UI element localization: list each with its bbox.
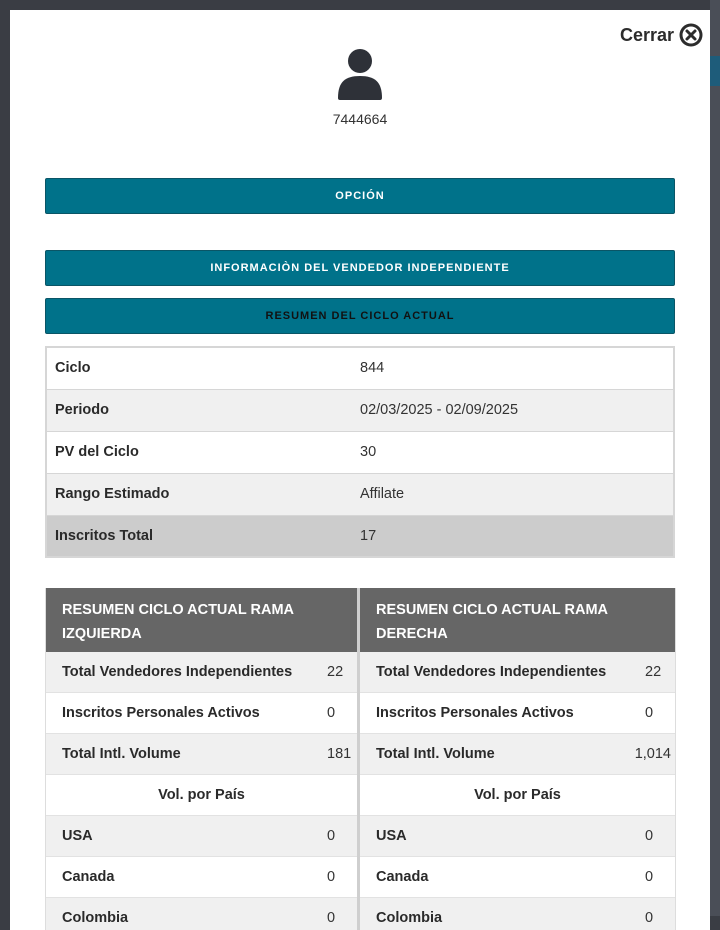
summary-row: Periodo 02/03/2025 - 02/09/2025 bbox=[46, 389, 674, 432]
summary-row: Rango Estimado Affilate bbox=[46, 473, 674, 516]
option-button[interactable]: OPCIÓN bbox=[45, 178, 675, 214]
row-label: Canada bbox=[376, 869, 429, 885]
row-value: 22 bbox=[645, 664, 662, 680]
row-label: Total Intl. Volume bbox=[376, 746, 495, 762]
table-row: Total Intl. Volume 181 bbox=[46, 734, 357, 775]
left-branch-column: RESUMEN CICLO ACTUAL RAMA IZQUIERDA Tota… bbox=[46, 588, 360, 930]
table-row: Vol. por País bbox=[46, 775, 357, 816]
summary-value: 17 bbox=[352, 515, 674, 558]
background-element bbox=[710, 56, 720, 86]
branch-summary: RESUMEN CICLO ACTUAL RAMA IZQUIERDA Tota… bbox=[45, 588, 676, 930]
row-label: Total Vendedores Independientes bbox=[62, 664, 293, 680]
close-button[interactable]: Cerrar bbox=[620, 22, 704, 48]
table-row: Total Vendedores Independientes 22 bbox=[360, 652, 675, 693]
table-row: Total Intl. Volume 1,014 bbox=[360, 734, 675, 775]
user-header: 7444664 bbox=[10, 48, 710, 127]
summary-label: Periodo bbox=[46, 389, 352, 432]
row-value: 181 bbox=[327, 746, 352, 762]
table-row: Canada 0 bbox=[360, 857, 675, 898]
summary-row: PV del Ciclo 30 bbox=[46, 431, 674, 474]
close-circle-icon[interactable] bbox=[678, 22, 704, 48]
row-label: Inscritos Personales Activos bbox=[62, 705, 260, 721]
row-label: Colombia bbox=[376, 910, 443, 926]
table-row: Total Vendedores Independientes 22 bbox=[46, 652, 357, 693]
summary-value: 844 bbox=[352, 347, 674, 390]
row-value: 0 bbox=[645, 828, 654, 844]
right-branch-title: RESUMEN CICLO ACTUAL RAMA DERECHA bbox=[360, 588, 675, 652]
summary-label: Ciclo bbox=[46, 347, 352, 390]
summary-value: 30 bbox=[352, 431, 674, 474]
table-row: Colombia 0 bbox=[360, 898, 675, 930]
row-label: Colombia bbox=[62, 910, 129, 926]
row-value: 0 bbox=[327, 705, 336, 721]
summary-row: Inscritos Total 17 bbox=[46, 515, 674, 558]
vendor-modal: Cerrar 7444664 OPCIÓN INFORMACIÒN DEL VE… bbox=[10, 10, 710, 930]
row-label: Canada bbox=[62, 869, 115, 885]
summary-row: Ciclo 844 bbox=[46, 347, 674, 390]
table-row: Vol. por País bbox=[360, 775, 675, 816]
row-label: Total Vendedores Independientes bbox=[376, 664, 607, 680]
cycle-summary-button[interactable]: RESUMEN DEL CICLO ACTUAL bbox=[45, 298, 675, 334]
summary-label: PV del Ciclo bbox=[46, 431, 352, 474]
row-value: 0 bbox=[327, 869, 336, 885]
summary-value: 02/03/2025 - 02/09/2025 bbox=[352, 389, 674, 432]
left-branch-title: RESUMEN CICLO ACTUAL RAMA IZQUIERDA bbox=[46, 588, 357, 652]
summary-value: Affilate bbox=[352, 473, 674, 516]
row-value: 0 bbox=[645, 910, 654, 926]
table-row: Canada 0 bbox=[46, 857, 357, 898]
table-row: USA 0 bbox=[46, 816, 357, 857]
user-id: 7444664 bbox=[332, 111, 388, 127]
summary-label: Rango Estimado bbox=[46, 473, 352, 516]
row-value: 0 bbox=[327, 910, 336, 926]
country-volume-label: Vol. por País bbox=[158, 787, 245, 803]
row-value: 0 bbox=[645, 705, 654, 721]
row-value: 0 bbox=[645, 869, 654, 885]
row-value: 0 bbox=[327, 828, 336, 844]
table-row: Colombia 0 bbox=[46, 898, 357, 930]
row-label: Inscritos Personales Activos bbox=[376, 705, 574, 721]
country-volume-label: Vol. por País bbox=[474, 787, 561, 803]
user-icon bbox=[338, 49, 382, 100]
row-value: 1,014 bbox=[634, 746, 671, 762]
table-row: Inscritos Personales Activos 0 bbox=[360, 693, 675, 734]
cycle-summary-table: Ciclo 844 Periodo 02/03/2025 - 02/09/202… bbox=[45, 346, 675, 558]
background-page bbox=[710, 0, 720, 916]
row-label: Total Intl. Volume bbox=[62, 746, 181, 762]
row-label: USA bbox=[376, 828, 407, 844]
table-row: Inscritos Personales Activos 0 bbox=[46, 693, 357, 734]
right-branch-column: RESUMEN CICLO ACTUAL RAMA DERECHA Total … bbox=[360, 588, 676, 930]
summary-label: Inscritos Total bbox=[46, 515, 352, 558]
table-row: USA 0 bbox=[360, 816, 675, 857]
vendor-info-button[interactable]: INFORMACIÒN DEL VENDEDOR INDEPENDIENTE bbox=[45, 250, 675, 286]
row-label: USA bbox=[62, 828, 93, 844]
close-label: Cerrar bbox=[619, 24, 674, 45]
row-value: 22 bbox=[327, 664, 344, 680]
